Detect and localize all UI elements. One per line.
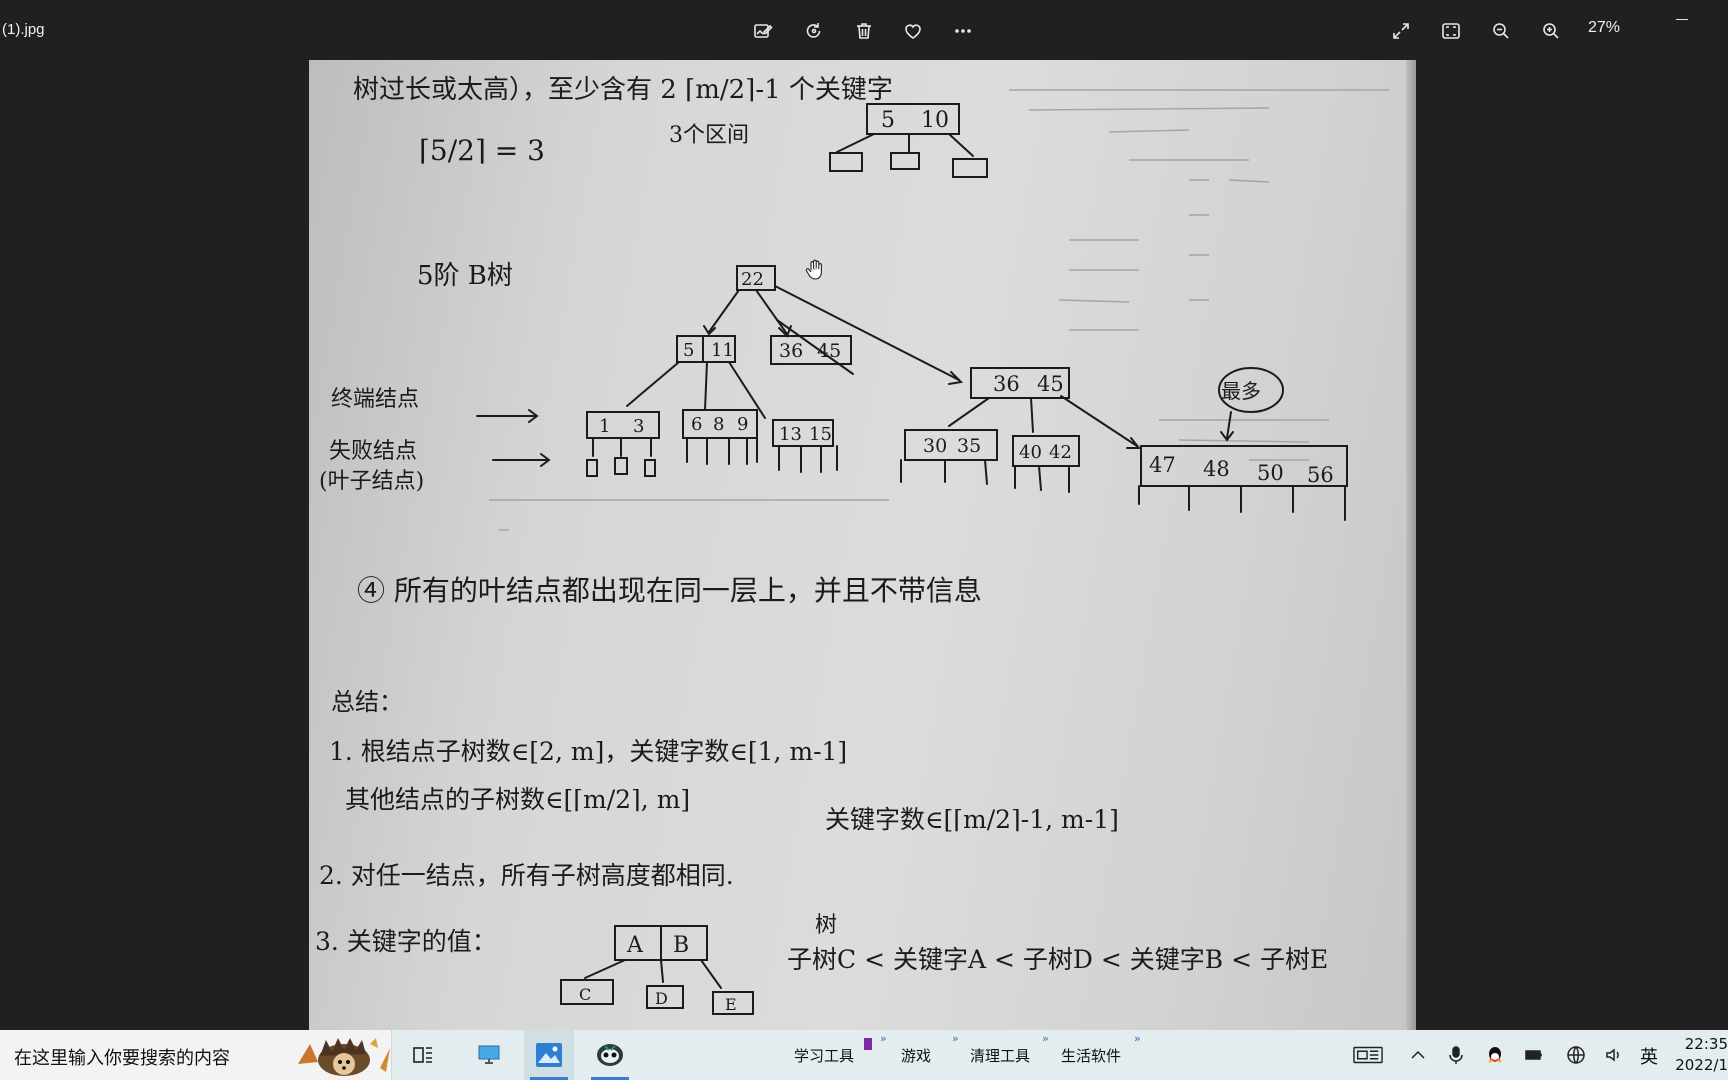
taskbar-clock[interactable]: 22:35 2022/1 — [1672, 1034, 1728, 1076]
summary-point-2: 2. 对任一结点，所有子树高度都相同. — [319, 861, 734, 890]
ceil-expression: ⌈5/2⌉ = 3 — [419, 134, 545, 167]
zoom-out-icon[interactable] — [1484, 14, 1518, 48]
notes-photo: 树过长或太高），至少含有 2 ⌈m/2⌉-1 个关键字 ⌈5/2⌉ = 3 3个… — [309, 60, 1416, 1030]
child-c: C — [579, 985, 591, 1004]
file-name: (1).jpg — [2, 21, 45, 38]
hedgehog-search-art-icon — [298, 1038, 390, 1076]
toolbar-games[interactable]: 游戏 — [901, 1045, 931, 1066]
show-hidden-icons-icon[interactable] — [1406, 1043, 1430, 1067]
toolbar-chevron-icon: » — [880, 1032, 887, 1045]
small-node-key-1: 5 — [881, 108, 895, 133]
leaf-node-label: (叶子结点) — [319, 469, 424, 494]
show-through-marks — [489, 89, 1389, 531]
failure-node-label: 失败结点 — [329, 439, 417, 464]
btree-diagram: 22 5 11 36 45 36 45 1 3 6 8 9 13 15 30 3… — [586, 265, 1348, 521]
most-annotation: 最多 — [1221, 379, 1261, 403]
top-line-text: 树过长或太高），至少含有 2 ⌈m/2⌉-1 个关键字 — [353, 75, 893, 105]
leaf-a-key-2: 3 — [633, 416, 644, 437]
this-pc-icon[interactable] — [464, 1030, 514, 1080]
input-method-indicator[interactable]: 英 — [1640, 1043, 1658, 1069]
leaf-f-key-4: 56 — [1307, 463, 1334, 487]
delete-icon[interactable] — [847, 14, 881, 48]
volume-icon[interactable] — [1602, 1043, 1626, 1067]
level1-right-key-2: 45 — [1037, 372, 1064, 396]
edit-image-icon[interactable] — [746, 14, 780, 48]
summary-point-3: 3. 关键字的值： — [315, 927, 497, 956]
toolbar-life-software[interactable]: 生活软件 — [1061, 1045, 1121, 1066]
battery-icon[interactable] — [1522, 1043, 1546, 1067]
toolbar-app-icon[interactable] — [864, 1038, 872, 1050]
rule-four-text: ④ 所有的叶结点都出现在同一层上，并且不带信息 — [357, 574, 982, 607]
rotate-icon[interactable] — [797, 14, 831, 48]
microphone-icon[interactable] — [1444, 1043, 1468, 1067]
leaf-f-key-2: 48 — [1203, 457, 1230, 481]
leaf-b-key-1: 6 — [691, 414, 702, 435]
more-icon[interactable] — [946, 14, 980, 48]
leaf-e-key-2: 42 — [1049, 442, 1072, 463]
task-view-icon[interactable] — [398, 1030, 448, 1080]
zoom-level[interactable]: 27% — [1588, 19, 1620, 37]
node-key-a: A — [626, 933, 644, 958]
leaf-e-key-1: 40 — [1019, 442, 1042, 463]
child-d: D — [655, 989, 668, 1008]
terminal-arrow — [476, 409, 539, 423]
favorite-icon[interactable] — [896, 14, 930, 48]
toolbar-chevron-icon: » — [1042, 1032, 1049, 1045]
minimize-button[interactable] — [1670, 8, 1694, 32]
toolbar-cleanup-tools[interactable]: 清理工具 — [970, 1045, 1030, 1066]
network-globe-icon[interactable] — [1564, 1043, 1588, 1067]
toolbar-learning-tools[interactable]: 学习工具 — [794, 1045, 854, 1066]
inequality-text: 子树C < 关键字A < 子树D < 关键字B < 子树E — [787, 945, 1328, 974]
small-node-key-2: 10 — [921, 108, 949, 133]
ab-node-diagram: A B C D E — [560, 925, 754, 1015]
handwritten-notes: 树过长或太高），至少含有 2 ⌈m/2⌉-1 个关键字 ⌈5/2⌉ = 3 3个… — [315, 75, 1389, 1015]
taskbar-search-box[interactable]: 在这里输入你要搜索的内容 — [0, 1030, 392, 1080]
inequality-annotation: 树 — [815, 913, 837, 938]
level1-right-key-1: 36 — [993, 372, 1020, 396]
clock-time: 22:35 — [1684, 1035, 1728, 1053]
leaf-f-key-3: 50 — [1257, 461, 1284, 485]
fit-window-icon[interactable] — [1434, 14, 1468, 48]
qq-icon[interactable] — [1483, 1043, 1507, 1067]
level1-left-key-1: 5 — [683, 340, 694, 361]
leaf-b-key-3: 9 — [737, 414, 748, 435]
toolbar-chevron-icon: » — [1134, 1032, 1141, 1045]
taskbar: 在这里输入你要搜索的内容 » 学习工具 » 游戏 » 清理工具 » 生活软件 英… — [0, 1030, 1728, 1080]
fullscreen-icon[interactable] — [1384, 14, 1418, 48]
struck-node-key-1: 36 — [779, 340, 803, 362]
node-key-b: B — [673, 933, 689, 958]
leaf-b-key-2: 8 — [713, 414, 724, 435]
leaf-c-key-2: 15 — [809, 424, 832, 445]
clock-date: 2022/1 — [1675, 1056, 1728, 1074]
summary-point-1b: 其他结点的子树数∈[⌈m/2⌉, m] — [345, 785, 690, 814]
photos-app-icon[interactable] — [524, 1030, 574, 1080]
child-e: E — [725, 995, 737, 1014]
summary-point-1a: 1. 根结点子树数∈[2, m]，关键字数∈[1, m-1] — [329, 737, 847, 766]
news-widget-icon[interactable] — [1352, 1043, 1384, 1067]
hand-cursor-icon — [805, 259, 822, 280]
summary-point-1c: 关键字数∈[⌈m/2⌉-1, m-1] — [825, 805, 1119, 834]
chat-app-icon[interactable] — [585, 1030, 635, 1080]
failure-arrow — [492, 453, 551, 467]
leaf-d-key-2: 35 — [957, 435, 981, 457]
root-node: 22 — [741, 269, 764, 290]
photo-viewer-window: (1).jpg 27% 树过长或太高），至少含有 2 ⌈m/2⌉-1 个关键字 … — [0, 0, 1728, 1030]
btree-label: 5阶 B树 — [417, 261, 513, 291]
leaf-c-key-1: 13 — [779, 424, 802, 445]
leaf-d-key-1: 30 — [923, 435, 947, 457]
zoom-in-icon[interactable] — [1534, 14, 1568, 48]
toolbar-chevron-icon: » — [952, 1032, 959, 1045]
intervals-note: 3个区间 — [669, 123, 749, 148]
terminal-node-label: 终端结点 — [331, 387, 419, 412]
small-node-diagram: 5 10 — [829, 103, 988, 178]
search-placeholder[interactable]: 在这里输入你要搜索的内容 — [14, 1044, 230, 1070]
level1-left-key-2: 11 — [711, 340, 734, 361]
leaf-f-key-1: 47 — [1149, 453, 1176, 477]
summary-title: 总结： — [331, 688, 403, 716]
leaf-a-key-1: 1 — [599, 416, 610, 437]
viewer-titlebar: (1).jpg 27% — [0, 0, 1728, 60]
